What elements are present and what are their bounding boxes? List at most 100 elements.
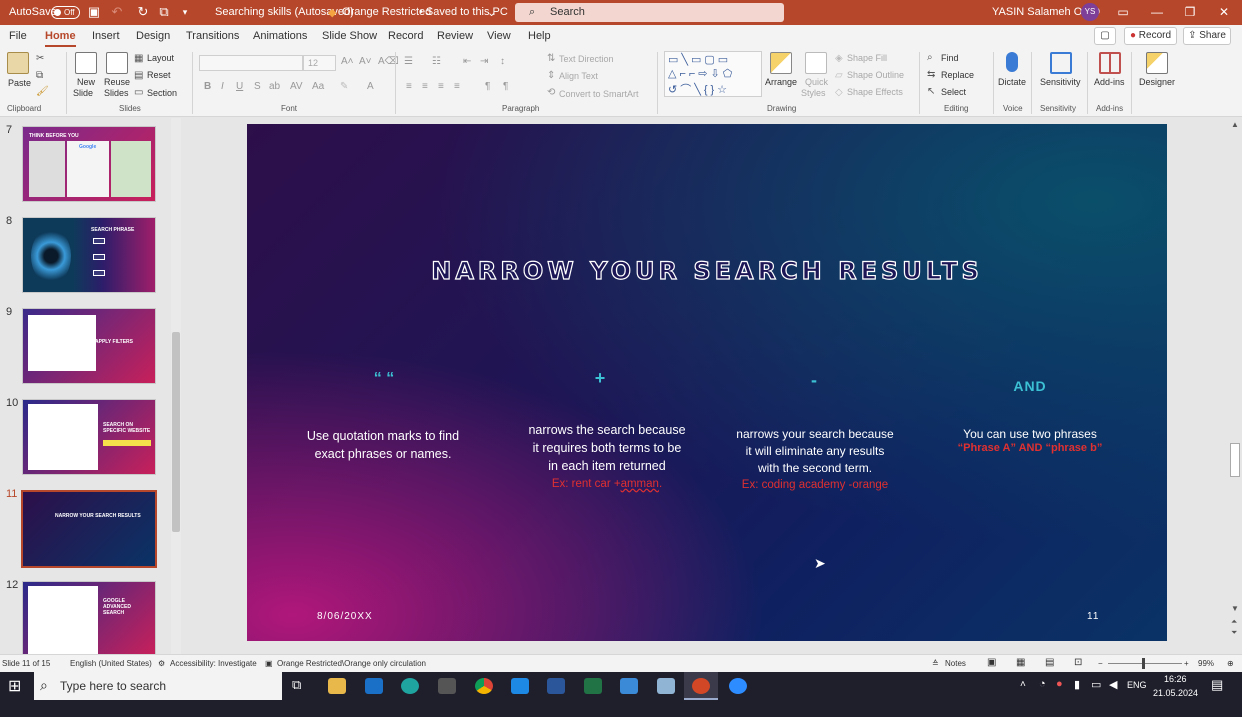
- minimize-icon[interactable]: —: [1146, 3, 1168, 21]
- avatar[interactable]: YS: [1081, 3, 1099, 21]
- highlight-icon[interactable]: ✎: [340, 81, 348, 92]
- redo-icon[interactable]: ↻: [134, 3, 152, 21]
- app-icon[interactable]: [657, 678, 675, 694]
- windows-start-icon[interactable]: ⊞: [8, 676, 21, 696]
- next-slide-icon[interactable]: ⏷: [1231, 628, 1237, 638]
- chevron-up-icon[interactable]: ˄: [1020, 679, 1026, 690]
- shape-effects-icon[interactable]: ◇: [835, 87, 843, 98]
- notes-button[interactable]: Notes: [945, 659, 966, 668]
- thumbnail-slide-7[interactable]: THINK BEFORE YOU Google: [22, 126, 156, 202]
- slide-page-number[interactable]: 11: [1087, 611, 1099, 622]
- layout-button[interactable]: Layout: [147, 53, 174, 63]
- convert-smartart-button[interactable]: Convert to SmartArt: [559, 89, 639, 99]
- tab-insert[interactable]: Insert: [92, 30, 120, 42]
- addins-icon[interactable]: [1099, 52, 1121, 74]
- previous-slide-icon[interactable]: ⏶: [1231, 617, 1237, 627]
- zoom-level[interactable]: 99%: [1198, 659, 1214, 668]
- tab-design[interactable]: Design: [136, 30, 170, 42]
- close-icon[interactable]: ✕: [1213, 3, 1235, 21]
- find-button[interactable]: Find: [941, 53, 959, 63]
- language-status[interactable]: English (United States): [70, 659, 152, 668]
- sensitivity-icon[interactable]: [1050, 52, 1072, 74]
- network-icon[interactable]: ◔: [1039, 678, 1046, 690]
- increase-indent-icon[interactable]: ⇥: [480, 56, 488, 67]
- reset-icon[interactable]: ▤: [134, 70, 143, 81]
- search-box[interactable]: ⌕ Search: [515, 3, 784, 22]
- share-button[interactable]: ⇪ Share: [1183, 27, 1231, 45]
- line-spacing-icon[interactable]: ↕: [500, 56, 505, 67]
- tab-animations[interactable]: Animations: [253, 30, 307, 42]
- plus-description[interactable]: narrows the search because it requires b…: [505, 421, 709, 475]
- paste-icon[interactable]: [7, 52, 29, 74]
- microphone-icon[interactable]: [1006, 52, 1018, 72]
- decrease-font-icon[interactable]: A˅: [359, 56, 372, 67]
- quick-styles-label-2[interactable]: Styles: [801, 88, 826, 98]
- shapes-gallery[interactable]: ▭╲▭▢▭ △⌐⌐⇨⇩⬠ ↺⌒╲{}☆: [664, 51, 762, 97]
- select-button[interactable]: Select: [941, 87, 966, 97]
- reuse-label-2[interactable]: Slides: [104, 88, 129, 98]
- ltr-icon[interactable]: ¶: [485, 81, 490, 92]
- word-icon[interactable]: [547, 678, 565, 694]
- tab-record[interactable]: Record: [388, 30, 423, 42]
- fit-slide-icon[interactable]: ⊕: [1227, 659, 1234, 668]
- replace-icon[interactable]: ⇆: [927, 69, 935, 80]
- new-slide-label-2[interactable]: Slide: [73, 88, 93, 98]
- designer-button[interactable]: Designer: [1139, 77, 1175, 87]
- thumbnail-slide-11[interactable]: NARROW YOUR SEARCH RESULTS: [21, 490, 157, 568]
- customize-qat-icon[interactable]: ▾: [176, 3, 194, 21]
- status-icon[interactable]: ●: [1056, 678, 1063, 690]
- slideshow-icon[interactable]: ⊡: [1074, 657, 1082, 668]
- rtl-icon[interactable]: ¶: [503, 81, 508, 92]
- tab-help[interactable]: Help: [528, 30, 551, 42]
- shape-outline-icon[interactable]: ▱: [835, 70, 843, 81]
- section-button[interactable]: Section: [147, 88, 177, 98]
- char-spacing-icon[interactable]: ab: [269, 81, 280, 92]
- maximize-icon[interactable]: ❐: [1179, 3, 1201, 21]
- designer-icon[interactable]: [1146, 52, 1168, 74]
- zoom-slider-thumb[interactable]: [1142, 658, 1145, 669]
- powerpoint-icon[interactable]: [692, 678, 710, 694]
- ribbon-display-icon[interactable]: ▭: [1112, 3, 1134, 21]
- scroll-down-icon[interactable]: ▼: [1231, 604, 1239, 613]
- change-case-icon[interactable]: Aa: [312, 81, 324, 92]
- scrollbar-thumb[interactable]: [172, 332, 180, 532]
- quote-description[interactable]: Use quotation marks to find exact phrase…: [287, 427, 479, 463]
- underline-icon[interactable]: U: [236, 81, 243, 92]
- arrange-icon[interactable]: [770, 52, 792, 74]
- decrease-indent-icon[interactable]: ⇤: [463, 56, 471, 67]
- scrollbar-thumb[interactable]: [1230, 443, 1240, 477]
- tab-home[interactable]: Home: [45, 30, 76, 47]
- section-icon[interactable]: ▭: [134, 87, 143, 98]
- volume-icon[interactable]: ◀: [1109, 678, 1117, 691]
- justify-icon[interactable]: ≡: [454, 81, 460, 92]
- slide-scrollbar[interactable]: ▲ ▼ ⏶ ⏷: [1228, 118, 1242, 654]
- sensitivity-status[interactable]: Orange Restricted\Orange only circulatio…: [277, 659, 426, 668]
- select-icon[interactable]: ↖: [927, 86, 935, 97]
- italic-icon[interactable]: I: [221, 81, 224, 92]
- thumbnail-slide-8[interactable]: SEARCH PHRASE: [22, 217, 156, 293]
- clock-time[interactable]: 16:26: [1164, 674, 1187, 684]
- format-painter-icon[interactable]: 🖌: [36, 86, 49, 97]
- store-icon[interactable]: [511, 678, 529, 694]
- slide-sorter-icon[interactable]: ▦: [1016, 657, 1025, 668]
- sensitivity-button[interactable]: Sensitivity: [1040, 77, 1081, 87]
- sensitivity-label[interactable]: Orange Restricted: [342, 6, 431, 18]
- align-text-icon[interactable]: ⇕: [547, 70, 555, 81]
- battery-icon[interactable]: ▭: [1091, 678, 1101, 691]
- accessibility-status[interactable]: Accessibility: Investigate: [170, 659, 257, 668]
- align-left-icon[interactable]: ≡: [406, 81, 412, 92]
- zoom-app-icon[interactable]: [729, 678, 747, 694]
- tab-slide-show[interactable]: Slide Show: [322, 30, 377, 42]
- taskbar-search[interactable]: ⌕ Type here to search: [34, 672, 282, 700]
- scroll-up-icon[interactable]: ▲: [1231, 120, 1239, 129]
- thumbnail-slide-10[interactable]: SEARCH ON SPECIFIC WEBSITE: [22, 399, 156, 475]
- language-indicator[interactable]: ENG: [1127, 680, 1147, 690]
- plus-symbol[interactable]: +: [570, 368, 630, 389]
- tab-view[interactable]: View: [487, 30, 511, 42]
- thumbnail-slide-9[interactable]: APPLY FILTERS: [22, 308, 156, 384]
- slide-canvas[interactable]: NARROW YOUR SEARCH RESULTS “ “ Use quota…: [247, 124, 1167, 641]
- sensitivity-status-icon[interactable]: ▣: [265, 659, 273, 668]
- shape-effects-button[interactable]: Shape Effects: [847, 87, 903, 97]
- slide-date[interactable]: 8/06/20XX: [317, 611, 373, 622]
- excel-icon[interactable]: [584, 678, 602, 694]
